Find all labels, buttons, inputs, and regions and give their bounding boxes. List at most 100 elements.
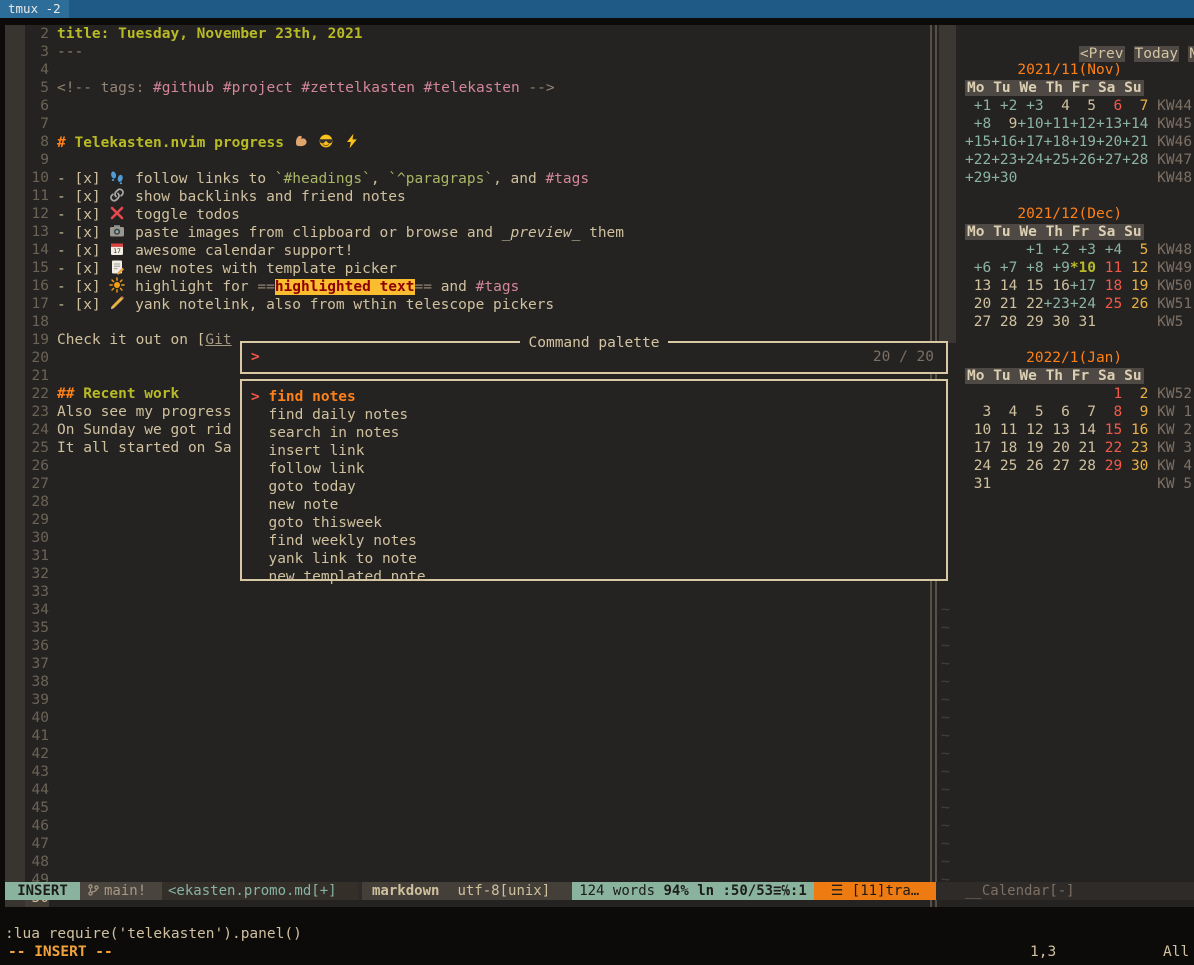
calendar-day[interactable]: +30 bbox=[991, 170, 1017, 186]
calendar-pane[interactable]: <PrevTodayNext> 2021/11(Nov)Mo Tu We Th … bbox=[965, 25, 1194, 907]
calendar-day[interactable]: +29 bbox=[965, 170, 991, 186]
calendar-day[interactable]: 11 bbox=[991, 422, 1017, 438]
buffer-line[interactable]: - [x] 17 awesome calendar support! bbox=[57, 241, 353, 259]
palette-item[interactable]: > find notes bbox=[242, 388, 946, 406]
buffer-line[interactable]: Check it out on [Git bbox=[57, 331, 232, 349]
calendar-day[interactable]: 26 bbox=[1017, 458, 1043, 474]
calendar-day[interactable]: 21 bbox=[991, 296, 1017, 312]
calendar-day[interactable]: 29 bbox=[1017, 314, 1043, 330]
calendar-day[interactable]: 3 bbox=[965, 404, 991, 420]
calendar-day[interactable]: +10 bbox=[1017, 116, 1043, 132]
calendar-day[interactable]: 5 bbox=[1017, 404, 1043, 420]
calendar-day[interactable]: +28 bbox=[1122, 152, 1148, 168]
buffer-line[interactable]: - [x] follow links to `#headings`, `^par… bbox=[57, 169, 589, 187]
calendar-day[interactable]: 8 bbox=[1096, 404, 1122, 420]
buffer-line[interactable]: Also see my progress bbox=[57, 403, 232, 421]
calendar-day[interactable]: 18 bbox=[991, 440, 1017, 456]
calendar-day[interactable]: *10 bbox=[1070, 260, 1096, 276]
calendar-day[interactable]: 27 bbox=[1044, 458, 1070, 474]
calendar-day[interactable]: +22 bbox=[965, 152, 991, 168]
filename-segment[interactable]: <ekasten.promo.md[+] bbox=[162, 882, 358, 900]
calendar-day[interactable]: +2 bbox=[1044, 242, 1070, 258]
text-segment[interactable]: Git bbox=[205, 332, 231, 348]
calendar-day[interactable]: 15 bbox=[1017, 278, 1043, 294]
calendar-today-button[interactable]: Today bbox=[1134, 46, 1180, 62]
calendar-day[interactable]: +20 bbox=[1096, 134, 1122, 150]
git-branch-segment[interactable]: main! bbox=[80, 882, 162, 900]
calendar-day[interactable]: 24 bbox=[965, 458, 991, 474]
calendar-day[interactable]: 4 bbox=[1044, 98, 1070, 114]
calendar-day[interactable]: 9 bbox=[991, 116, 1017, 132]
calendar-day[interactable]: 22 bbox=[1017, 296, 1043, 312]
calendar-day[interactable]: +25 bbox=[1044, 152, 1070, 168]
calendar-next-button[interactable]: Next> bbox=[1188, 46, 1194, 62]
calendar-day[interactable]: 6 bbox=[1044, 404, 1070, 420]
calendar-day[interactable]: 14 bbox=[1070, 422, 1096, 438]
buffer-line[interactable]: --- bbox=[57, 43, 83, 61]
calendar-scrollbar[interactable] bbox=[939, 25, 956, 343]
calendar-day[interactable]: 20 bbox=[1044, 440, 1070, 456]
calendar-day[interactable]: 15 bbox=[1096, 422, 1122, 438]
calendar-day[interactable]: 12 bbox=[1122, 260, 1148, 276]
calendar-day[interactable]: +18 bbox=[1044, 134, 1070, 150]
calendar-day[interactable]: 10 bbox=[965, 422, 991, 438]
calendar-day[interactable]: 28 bbox=[1070, 458, 1096, 474]
calendar-day[interactable]: 31 bbox=[1070, 314, 1096, 330]
palette-item[interactable]: search in notes bbox=[242, 424, 946, 442]
buffer-line[interactable]: # Telekasten.nvim progress bbox=[57, 133, 361, 151]
calendar-day[interactable]: 31 bbox=[965, 476, 991, 492]
calendar-day[interactable]: 28 bbox=[991, 314, 1017, 330]
palette-item[interactable]: yank link to note bbox=[242, 550, 946, 568]
palette-item[interactable]: goto thisweek bbox=[242, 514, 946, 532]
calendar-day[interactable]: +8 bbox=[965, 116, 991, 132]
palette-item[interactable]: find daily notes bbox=[242, 406, 946, 424]
calendar-day[interactable]: +2 bbox=[991, 98, 1017, 114]
calendar-day[interactable]: +12 bbox=[1070, 116, 1096, 132]
calendar-day[interactable]: 29 bbox=[1096, 458, 1122, 474]
calendar-day[interactable]: 13 bbox=[1044, 422, 1070, 438]
buffer-line[interactable]: - [x] show backlinks and friend notes bbox=[57, 187, 406, 205]
calendar-prev-button[interactable]: <Prev bbox=[1079, 46, 1125, 62]
calendar-day[interactable]: 25 bbox=[1096, 296, 1122, 312]
calendar-day[interactable]: +21 bbox=[1122, 134, 1148, 150]
calendar-day[interactable]: 19 bbox=[1122, 278, 1148, 294]
calendar-day[interactable]: 30 bbox=[1044, 314, 1070, 330]
calendar-day[interactable]: +16 bbox=[991, 134, 1017, 150]
calendar-day[interactable]: 18 bbox=[1096, 278, 1122, 294]
calendar-day[interactable]: 6 bbox=[1096, 98, 1122, 114]
calendar-day[interactable]: 27 bbox=[965, 314, 991, 330]
buffer-line[interactable]: It all started on Sa bbox=[57, 439, 232, 457]
buffer-line[interactable]: On Sunday we got rid bbox=[57, 421, 232, 439]
calendar-day[interactable]: 14 bbox=[991, 278, 1017, 294]
palette-item[interactable]: insert link bbox=[242, 442, 946, 460]
buffer-line[interactable]: ## Recent work bbox=[57, 385, 179, 403]
calendar-day[interactable]: +24 bbox=[1017, 152, 1043, 168]
window-titlebar[interactable]: tmux -2 bbox=[0, 0, 1194, 18]
calendar-day[interactable]: 2 bbox=[1122, 386, 1148, 402]
calendar-day[interactable]: 21 bbox=[1070, 440, 1096, 456]
calendar-day[interactable]: 9 bbox=[1122, 404, 1148, 420]
calendar-day[interactable]: +15 bbox=[965, 134, 991, 150]
calendar-day[interactable]: +24 bbox=[1070, 296, 1096, 312]
calendar-day[interactable]: 16 bbox=[1044, 278, 1070, 294]
calendar-day[interactable]: 23 bbox=[1122, 440, 1148, 456]
buffer-line[interactable]: - [x] new notes with template picker bbox=[57, 259, 397, 277]
calendar-day[interactable]: +17 bbox=[1017, 134, 1043, 150]
calendar-day[interactable]: +3 bbox=[1070, 242, 1096, 258]
calendar-day[interactable]: +6 bbox=[965, 260, 991, 276]
calendar-day[interactable]: 7 bbox=[1070, 404, 1096, 420]
calendar-day[interactable]: 25 bbox=[991, 458, 1017, 474]
calendar-day[interactable]: +26 bbox=[1070, 152, 1096, 168]
calendar-day[interactable]: 5 bbox=[1122, 242, 1148, 258]
palette-item[interactable]: new note bbox=[242, 496, 946, 514]
calendar-day[interactable]: 12 bbox=[1017, 422, 1043, 438]
calendar-day[interactable]: +1 bbox=[1017, 242, 1043, 258]
calendar-day[interactable]: 17 bbox=[965, 440, 991, 456]
calendar-day[interactable]: 7 bbox=[1122, 98, 1148, 114]
buffer-line[interactable]: title: Tuesday, November 23th, 2021 bbox=[57, 25, 363, 43]
calendar-day[interactable]: +1 bbox=[965, 98, 991, 114]
palette-item[interactable]: goto today bbox=[242, 478, 946, 496]
calendar-day[interactable]: +14 bbox=[1122, 116, 1148, 132]
calendar-day[interactable]: +9 bbox=[1044, 260, 1070, 276]
command-line[interactable]: :lua require('telekasten').panel() bbox=[5, 925, 302, 943]
